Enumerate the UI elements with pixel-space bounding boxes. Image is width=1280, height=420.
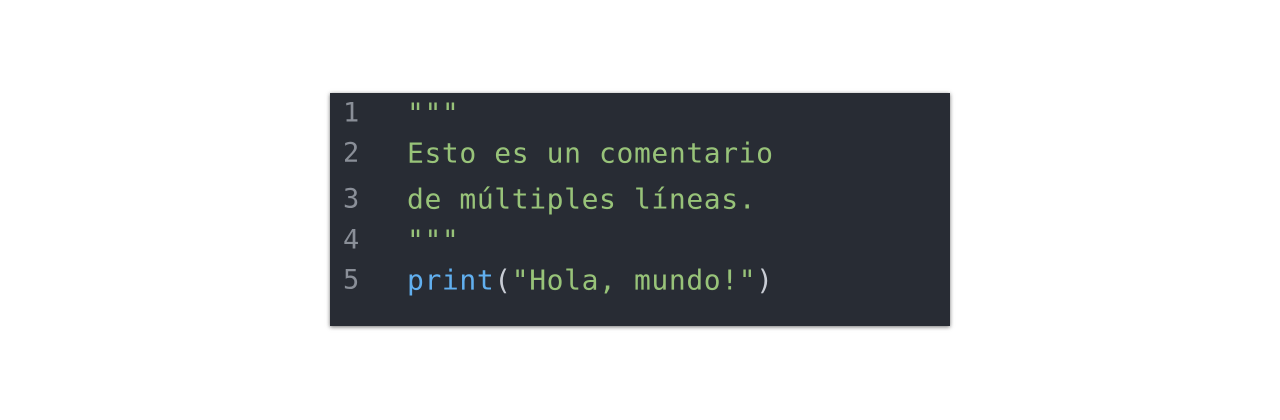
line-number: 3: [343, 183, 360, 215]
close-paren: ): [756, 263, 774, 297]
line-number: 5: [343, 264, 360, 296]
print-statement: print("Hola, mundo!"): [407, 264, 774, 297]
docstring-delimiter: """: [407, 223, 460, 256]
line-number: 2: [343, 137, 360, 169]
code-line: 2 Esto es un comentario: [330, 130, 950, 176]
code-editor: 1 """ 2 Esto es un comentario 3 de múlti…: [330, 93, 950, 326]
function-name: print: [407, 263, 495, 297]
docstring-text: Esto es un comentario: [407, 136, 774, 170]
code-line: 4 """: [330, 222, 950, 257]
code-line: 1 """: [330, 95, 950, 130]
line-number: 1: [343, 97, 360, 128]
screenshot-canvas: 1 """ 2 Esto es un comentario 3 de múlti…: [0, 0, 1280, 420]
open-paren: (: [494, 263, 512, 297]
docstring-delimiter: """: [407, 96, 460, 129]
line-number: 4: [343, 224, 360, 255]
code-line: 3 de múltiples líneas.: [330, 176, 950, 222]
docstring-text: de múltiples líneas.: [407, 182, 757, 216]
string-literal: "Hola, mundo!": [511, 263, 757, 297]
code-line: 5 print("Hola, mundo!"): [330, 257, 950, 303]
